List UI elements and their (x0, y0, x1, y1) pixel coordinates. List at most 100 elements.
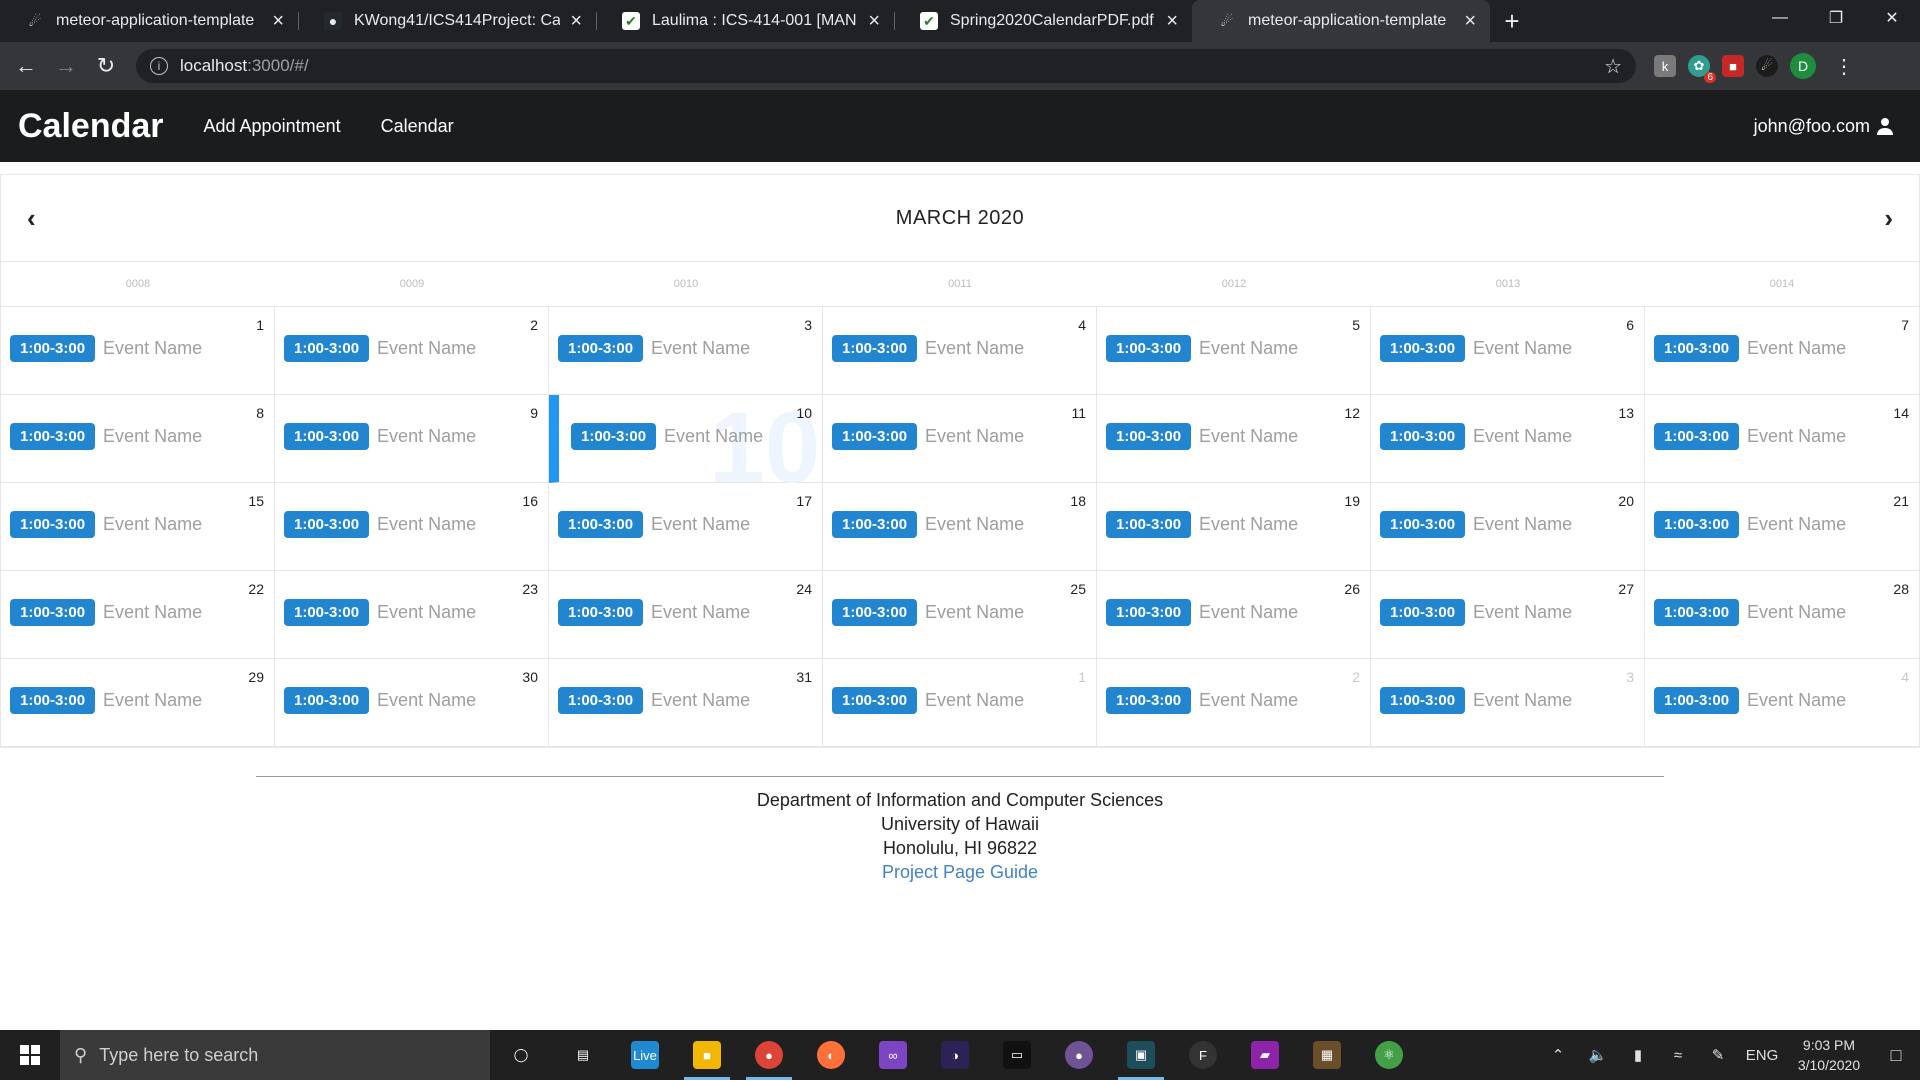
taskbar-app[interactable]: ● (738, 1030, 800, 1080)
day-cell[interactable]: 3 1:00-3:00 Event Name (549, 307, 823, 395)
event-item[interactable]: 1:00-3:00 Event Name (558, 687, 750, 714)
taskbar-app[interactable]: ● (1048, 1030, 1110, 1080)
event-item[interactable]: 1:00-3:00 Event Name (1380, 511, 1572, 538)
event-item[interactable]: 1:00-3:00 Event Name (832, 599, 1024, 626)
profile-avatar[interactable]: D (1790, 53, 1816, 79)
day-cell-today[interactable]: 10 10 1:00-3:00 Event Name (549, 392, 823, 504)
taskbar-app[interactable]: ◑ (924, 1030, 986, 1080)
day-cell[interactable]: 19 1:00-3:00 Event Name (1097, 483, 1371, 571)
event-item[interactable]: 1:00-3:00 Event Name (1654, 335, 1846, 362)
day-cell[interactable]: 4 1:00-3:00 Event Name (823, 307, 1097, 395)
extension-honey-icon[interactable]: ✿ 6 (1688, 55, 1716, 83)
event-item[interactable]: 1:00-3:00 Event Name (832, 335, 1024, 362)
day-cell[interactable]: 25 1:00-3:00 Event Name (823, 571, 1097, 659)
day-cell[interactable]: 3 1:00-3:00 Event Name (1371, 659, 1645, 747)
event-item[interactable]: 1:00-3:00 Event Name (10, 599, 202, 626)
browser-tab[interactable]: ● KWong41/ICS414Project: Calendar × (298, 0, 596, 42)
previous-month-icon[interactable]: ‹ (27, 203, 36, 234)
browser-tab[interactable]: ☄ meteor-application-template × (1192, 0, 1490, 42)
taskbar-app[interactable]: Live (614, 1030, 676, 1080)
taskbar-app[interactable]: ∞ (862, 1030, 924, 1080)
tab-close-icon[interactable]: × (570, 11, 582, 31)
taskbar-search[interactable]: ⚲ Type here to search (60, 1030, 490, 1080)
nav-calendar[interactable]: Calendar (381, 116, 454, 137)
battery-icon[interactable]: ▮ (1618, 1046, 1658, 1064)
day-cell[interactable]: 12 1:00-3:00 Event Name (1097, 395, 1371, 483)
event-item[interactable]: 1:00-3:00 Event Name (284, 423, 476, 450)
restore-icon[interactable]: ❐ (1808, 0, 1864, 36)
day-cell[interactable]: 22 1:00-3:00 Event Name (1, 571, 275, 659)
event-item[interactable]: 1:00-3:00 Event Name (284, 335, 476, 362)
day-cell[interactable]: 13 1:00-3:00 Event Name (1371, 395, 1645, 483)
extension-k-icon[interactable]: k (1654, 55, 1676, 77)
tab-close-icon[interactable]: × (1464, 11, 1476, 31)
day-cell[interactable]: 30 1:00-3:00 Event Name (275, 659, 549, 747)
taskbar-app[interactable]: ◯ (490, 1030, 552, 1080)
event-item[interactable]: 1:00-3:00 Event Name (1106, 335, 1298, 362)
event-item[interactable]: 1:00-3:00 Event Name (558, 335, 750, 362)
event-item[interactable]: 1:00-3:00 Event Name (1106, 423, 1298, 450)
day-cell[interactable]: 16 1:00-3:00 Event Name (275, 483, 549, 571)
event-item[interactable]: 1:00-3:00 Event Name (10, 511, 202, 538)
event-item[interactable]: 1:00-3:00 Event Name (832, 511, 1024, 538)
day-cell[interactable]: 24 1:00-3:00 Event Name (549, 571, 823, 659)
taskbar-app[interactable]: ▭ (986, 1030, 1048, 1080)
next-month-icon[interactable]: › (1884, 203, 1893, 234)
browser-menu-icon[interactable]: ⋮ (1834, 54, 1854, 79)
forward-icon[interactable]: → (46, 46, 86, 86)
event-item[interactable]: 1:00-3:00 Event Name (1380, 335, 1572, 362)
project-page-guide-link[interactable]: Project Page Guide (0, 860, 1920, 884)
taskbar-app[interactable]: ■ (676, 1030, 738, 1080)
event-item[interactable]: 1:00-3:00 Event Name (1380, 687, 1572, 714)
tab-close-icon[interactable]: × (272, 11, 284, 31)
clock[interactable]: 9:03 PM 3/10/2020 (1786, 1035, 1872, 1075)
close-window-icon[interactable]: ✕ (1864, 0, 1920, 36)
event-item[interactable]: 1:00-3:00 Event Name (1106, 511, 1298, 538)
address-bar[interactable]: i localhost:3000/#/ ☆ (136, 49, 1636, 83)
tray-chevron-icon[interactable]: ⌃ (1538, 1046, 1578, 1064)
day-cell[interactable]: 20 1:00-3:00 Event Name (1371, 483, 1645, 571)
brand-title[interactable]: Calendar (18, 107, 164, 146)
day-cell[interactable]: 4 1:00-3:00 Event Name (1645, 659, 1919, 747)
day-cell[interactable]: 1 1:00-3:00 Event Name (823, 659, 1097, 747)
day-cell[interactable]: 29 1:00-3:00 Event Name (1, 659, 275, 747)
day-cell[interactable]: 11 1:00-3:00 Event Name (823, 395, 1097, 483)
minimize-icon[interactable]: — (1752, 0, 1808, 36)
event-item[interactable]: 1:00-3:00 Event Name (10, 335, 202, 362)
event-item[interactable]: 1:00-3:00 Event Name (1654, 423, 1846, 450)
event-item[interactable]: 1:00-3:00 Event Name (284, 599, 476, 626)
start-button[interactable] (0, 1030, 60, 1080)
browser-tab[interactable]: ✔ Laulima : ICS-414-001 [MAN.85441] × (596, 0, 894, 42)
day-cell[interactable]: 5 1:00-3:00 Event Name (1097, 307, 1371, 395)
language-indicator[interactable]: ENG (1738, 1047, 1786, 1064)
day-cell[interactable]: 15 1:00-3:00 Event Name (1, 483, 275, 571)
day-cell[interactable]: 21 1:00-3:00 Event Name (1645, 483, 1919, 571)
user-menu[interactable]: john@foo.com (1754, 116, 1894, 137)
back-icon[interactable]: ← (6, 46, 46, 86)
event-item[interactable]: 1:00-3:00 Event Name (558, 511, 750, 538)
event-item[interactable]: 1:00-3:00 Event Name (10, 423, 202, 450)
bookmark-star-icon[interactable]: ☆ (1604, 54, 1622, 79)
taskbar-app[interactable]: ▤ (552, 1030, 614, 1080)
event-item[interactable]: 1:00-3:00 Event Name (1106, 599, 1298, 626)
event-item[interactable]: 1:00-3:00 Event Name (1380, 423, 1572, 450)
browser-tab[interactable]: ☄ meteor-application-template × (0, 0, 298, 42)
day-cell[interactable]: 8 1:00-3:00 Event Name (1, 395, 275, 483)
wifi-icon[interactable]: ≈ (1658, 1047, 1698, 1064)
event-item[interactable]: 1:00-3:00 Event Name (10, 687, 202, 714)
day-cell[interactable]: 28 1:00-3:00 Event Name (1645, 571, 1919, 659)
new-tab-button[interactable]: + (1490, 0, 1534, 42)
day-cell[interactable]: 2 1:00-3:00 Event Name (1097, 659, 1371, 747)
day-cell[interactable]: 2 1:00-3:00 Event Name (275, 307, 549, 395)
day-cell[interactable]: 26 1:00-3:00 Event Name (1097, 571, 1371, 659)
site-info-icon[interactable]: i (150, 57, 168, 75)
day-cell[interactable]: 1 1:00-3:00 Event Name (1, 307, 275, 395)
taskbar-app[interactable]: ▣ (1110, 1030, 1172, 1080)
event-item[interactable]: 1:00-3:00 Event Name (1654, 599, 1846, 626)
taskbar-app[interactable]: ▰ (1234, 1030, 1296, 1080)
pen-icon[interactable]: ✎ (1698, 1046, 1738, 1064)
event-item[interactable]: 1:00-3:00 Event Name (284, 511, 476, 538)
reload-icon[interactable]: ↻ (86, 46, 126, 86)
day-cell[interactable]: 14 1:00-3:00 Event Name (1645, 395, 1919, 483)
event-item[interactable]: 1:00-3:00 Event Name (1380, 599, 1572, 626)
